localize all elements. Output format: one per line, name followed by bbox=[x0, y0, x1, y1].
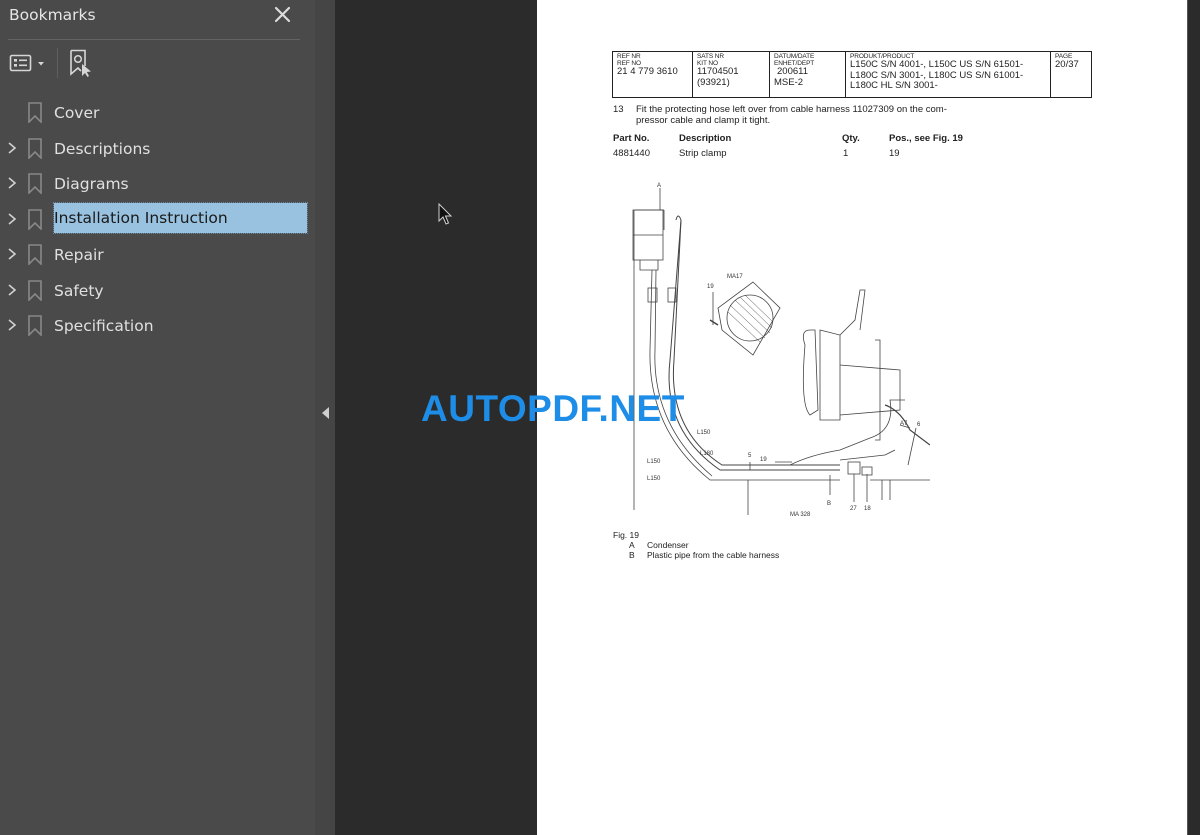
bookmark-specification[interactable]: Specification bbox=[0, 308, 315, 344]
bookmark-icon bbox=[28, 102, 42, 123]
bookmarks-panel: Bookmarks Cover Descriptions Diagrams In… bbox=[0, 0, 315, 835]
close-panel-button[interactable] bbox=[272, 4, 294, 26]
product-line: L180C HL S/N 3001- bbox=[850, 80, 938, 91]
kit-value-alt: (93921) bbox=[697, 76, 730, 88]
parts-header-partno: Part No. bbox=[613, 133, 650, 144]
figure-caption: Fig. 19 bbox=[613, 530, 639, 540]
bookmark-safety[interactable]: Safety bbox=[0, 273, 315, 309]
page-value: 20/37 bbox=[1055, 59, 1079, 70]
bookmark-label: Safety bbox=[54, 281, 104, 300]
watermark-text: AUTOPDF.NET bbox=[421, 388, 685, 429]
date-label: DATUM/DATE bbox=[774, 53, 815, 60]
chevron-right-icon[interactable] bbox=[6, 141, 18, 155]
bookmark-icon bbox=[28, 315, 42, 336]
chevron-right-icon[interactable] bbox=[6, 176, 18, 190]
ref-label-sv: REF NR bbox=[617, 53, 641, 60]
kit-value: 11704501 bbox=[697, 66, 739, 77]
chevron-right-icon[interactable] bbox=[6, 318, 18, 332]
bookmark-installation-instruction[interactable]: Installation Instruction bbox=[0, 201, 315, 238]
parts-cell-partno: 4881440 bbox=[613, 148, 650, 159]
bookmark-cover[interactable]: Cover bbox=[0, 95, 315, 131]
find-current-bookmark-button[interactable] bbox=[68, 48, 96, 78]
step-number: 13 bbox=[613, 104, 624, 115]
close-icon bbox=[274, 6, 291, 23]
fig-label-18: 18 bbox=[864, 506, 871, 512]
figure-19-drawing: A MA17 19 L150 L180 L150 L150 5 19 B 27 … bbox=[632, 183, 930, 518]
fig-label-b: B bbox=[827, 501, 831, 507]
bookmark-list: Cover Descriptions Diagrams Installation… bbox=[0, 95, 315, 344]
parts-cell-qty: 1 bbox=[843, 148, 849, 159]
fig-label-19b: 19 bbox=[760, 457, 767, 463]
step-text-line2: pressor cable and clamp it tight. bbox=[636, 115, 771, 126]
bookmark-label: Descriptions bbox=[54, 139, 151, 158]
document-header-table: REF NR REF NO 21 4 779 3610 SATS NR KIT … bbox=[612, 51, 1092, 98]
fig-label-l150a: L150 bbox=[697, 430, 711, 436]
bookmark-options-button[interactable] bbox=[8, 50, 50, 76]
header-page-cell: PAGE 20/37 bbox=[1050, 51, 1092, 98]
fig-label-l150c: L150 bbox=[647, 476, 661, 482]
toolbar-separator bbox=[57, 48, 58, 78]
bookmark-diagrams[interactable]: Diagrams bbox=[0, 166, 315, 202]
dept-value: MSE-2 bbox=[774, 76, 804, 88]
bookmark-find-icon bbox=[70, 49, 91, 77]
parts-cell-pos: 19 bbox=[889, 148, 900, 159]
chevron-right-icon[interactable] bbox=[6, 283, 18, 297]
bookmark-icon bbox=[28, 137, 42, 159]
mouse-cursor-icon bbox=[438, 203, 453, 225]
bookmarks-title: Bookmarks bbox=[9, 6, 96, 24]
ref-value: 21 4 779 3610 bbox=[617, 66, 678, 77]
header-product-cell: PRODUKT/PRODUCT L150C S/N 4001-, L150C U… bbox=[845, 51, 1051, 98]
legend-text-b: Plastic pipe from the cable harness bbox=[647, 550, 780, 560]
fig-label-l150b: L150 bbox=[647, 459, 661, 465]
bookmark-icon bbox=[28, 279, 42, 301]
fig-label-l180: L180 bbox=[700, 451, 714, 457]
bookmark-descriptions[interactable]: Descriptions bbox=[0, 131, 315, 167]
header-kit-cell: SATS NR KIT NO 11704501 (93921) bbox=[692, 51, 770, 98]
fig-label-19: 19 bbox=[707, 284, 714, 290]
collapse-panel-arrow-icon[interactable] bbox=[321, 406, 330, 420]
fig-label-27: 27 bbox=[850, 506, 857, 512]
bookmark-icon bbox=[28, 244, 42, 265]
bookmark-label: Installation Instruction bbox=[53, 201, 308, 234]
bookmark-label: Specification bbox=[54, 317, 154, 335]
bookmark-label: Cover bbox=[54, 104, 100, 122]
bookmark-repair[interactable]: Repair bbox=[0, 237, 315, 273]
bookmark-label: Repair bbox=[54, 246, 104, 264]
date-value: 200611 bbox=[777, 66, 808, 77]
header-ref-cell: REF NR REF NO 21 4 779 3610 bbox=[612, 51, 693, 98]
legend-key-a: A bbox=[629, 540, 635, 550]
fig-label-ma17: MA17 bbox=[727, 274, 743, 280]
parts-header-pos: Pos., see Fig. 19 bbox=[889, 133, 963, 144]
fig-label-code: MA 328 bbox=[790, 512, 811, 518]
panel-divider bbox=[8, 39, 300, 40]
fig-label-a7: A7 bbox=[900, 421, 908, 427]
chevron-right-icon[interactable] bbox=[6, 247, 18, 261]
bookmark-icon bbox=[28, 173, 42, 194]
header-date-cell: DATUM/DATE ENHET/DEPT 200611 MSE-2 bbox=[769, 51, 846, 98]
bookmark-label: Diagrams bbox=[54, 175, 129, 193]
chevron-right-icon[interactable] bbox=[6, 212, 18, 226]
fig-label-a: A bbox=[657, 183, 661, 189]
kit-label-sv: SATS NR bbox=[697, 53, 724, 60]
fig-label-6: 6 bbox=[917, 422, 921, 428]
product-line: L150C S/N 4001-, L150C US S/N 61501- bbox=[850, 59, 1024, 70]
step-text-line1: Fit the protecting hose left over from c… bbox=[636, 104, 947, 115]
fig-label-5: 5 bbox=[748, 453, 752, 459]
legend-text-a: Condenser bbox=[647, 540, 689, 550]
parts-cell-description: Strip clamp bbox=[679, 148, 727, 159]
parts-header-description: Description bbox=[679, 133, 732, 144]
viewer-right-edge bbox=[1187, 0, 1200, 835]
legend-key-b: B bbox=[629, 550, 635, 560]
bookmark-icon bbox=[28, 208, 42, 230]
parts-header-qty: Qty. bbox=[842, 133, 860, 144]
list-options-icon bbox=[9, 54, 44, 72]
